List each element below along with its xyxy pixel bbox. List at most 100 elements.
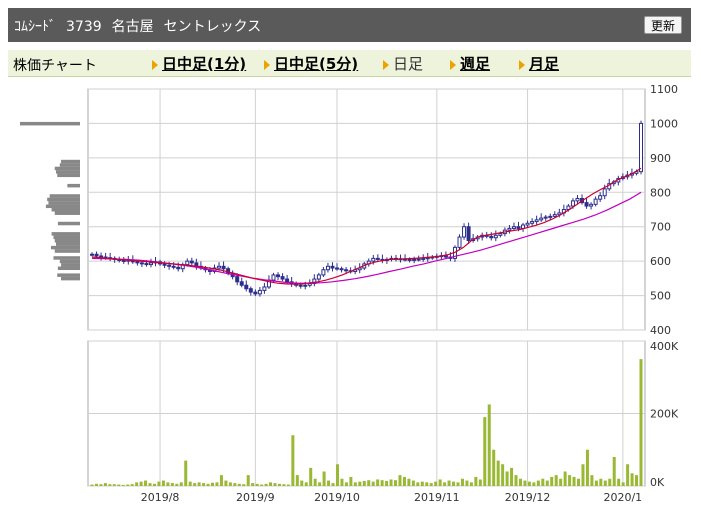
- candle: [253, 291, 258, 295]
- volume-bar: [577, 478, 581, 486]
- volume-bar: [135, 482, 139, 486]
- volume-bar: [478, 479, 482, 486]
- candle: [262, 286, 267, 291]
- candle: [530, 221, 535, 224]
- volume-bar: [148, 483, 152, 486]
- volume-bar: [273, 483, 277, 486]
- volume-bar: [300, 480, 304, 486]
- volume-bar: [206, 483, 210, 486]
- price-tick-label: 500: [650, 290, 671, 303]
- volume-bar: [335, 464, 339, 486]
- volume-bar: [429, 483, 433, 486]
- price-tick-label: 800: [650, 186, 671, 199]
- candle: [552, 214, 557, 217]
- volume-bar: [242, 484, 246, 486]
- candle: [285, 278, 290, 283]
- volume-bar: [402, 476, 406, 486]
- volume-bar: [550, 476, 554, 486]
- volume-bar: [599, 478, 603, 486]
- volume-bar: [425, 482, 429, 486]
- volume-bar: [371, 481, 375, 486]
- candle: [507, 227, 512, 231]
- candle: [171, 265, 176, 268]
- candle: [162, 263, 167, 266]
- volume-bar: [617, 478, 621, 486]
- volume-bar: [219, 475, 223, 486]
- volume-bar: [639, 359, 643, 486]
- candle: [511, 226, 516, 229]
- volume-bar: [152, 483, 156, 486]
- candle: [280, 276, 285, 280]
- volume-bar: [523, 480, 527, 486]
- volume-bar: [536, 480, 540, 486]
- candle: [135, 261, 140, 264]
- stock-chart: 1100 1000 900 800 700 600 500 400 400K 200K 0K 20…: [20, 83, 679, 504]
- volume-bar: [411, 480, 415, 486]
- volume-bar: [260, 484, 264, 486]
- volume-bar: [202, 483, 206, 486]
- volume-bar: [166, 482, 170, 486]
- volume-bar: [398, 475, 402, 486]
- volume-bar: [389, 479, 393, 486]
- price-tick-label: 600: [650, 255, 671, 268]
- profile-bar: [56, 242, 80, 246]
- volume-bar: [456, 482, 460, 486]
- candle: [244, 284, 249, 290]
- volume-bar: [362, 480, 366, 486]
- volume-bar: [349, 476, 353, 486]
- volume-bar: [469, 482, 473, 486]
- volume-bar: [161, 480, 165, 486]
- candle: [330, 265, 335, 269]
- candle: [543, 216, 548, 219]
- volume-bar: [380, 480, 384, 486]
- profile-bar: [57, 221, 80, 226]
- candle: [316, 274, 321, 280]
- volume-bar: [157, 481, 161, 486]
- candle: [466, 226, 471, 241]
- x-tick-label: 2019/9: [236, 491, 275, 504]
- volume-bar: [269, 482, 273, 486]
- volume-bar: [545, 480, 549, 486]
- volume-bar: [170, 483, 174, 486]
- volume-bar: [228, 482, 232, 486]
- candle: [516, 226, 521, 229]
- volume-bar: [233, 483, 237, 486]
- volume-bar: [394, 480, 398, 486]
- volume-bar: [452, 481, 456, 486]
- volume-bar: [255, 483, 259, 486]
- candle: [371, 257, 376, 262]
- candle: [271, 274, 276, 281]
- volume-bar: [416, 482, 420, 486]
- volume-bar: [505, 471, 509, 486]
- candle: [489, 235, 494, 239]
- volume-bar: [621, 482, 625, 486]
- volume-profile: [20, 121, 80, 281]
- candle: [303, 284, 308, 287]
- profile-bar: [54, 249, 80, 253]
- volume-bar: [90, 484, 94, 486]
- price-tick-label: 400: [650, 324, 671, 337]
- profile-bar: [57, 266, 80, 271]
- candle: [421, 257, 426, 260]
- volume-bar: [367, 480, 371, 486]
- candle: [344, 269, 349, 272]
- volume-bar: [527, 481, 531, 486]
- volume-bar: [510, 467, 514, 486]
- volume-bar: [465, 480, 469, 486]
- profile-bar: [54, 238, 80, 243]
- candle: [99, 255, 104, 258]
- candle: [575, 197, 580, 202]
- volume-bar: [447, 480, 451, 486]
- volume-bar: [407, 478, 411, 486]
- volume-bar: [112, 484, 116, 486]
- volume-bar: [434, 481, 438, 486]
- volume-bar: [94, 483, 98, 486]
- volume-bar: [532, 482, 536, 486]
- volume-tick-label: 400K: [650, 340, 679, 353]
- volume-bar: [117, 484, 121, 486]
- volume-bar: [295, 475, 299, 486]
- volume-tick-label: 200K: [650, 408, 679, 421]
- price-tick-label: 1100: [650, 83, 678, 96]
- x-tick-label: 2020/1: [603, 491, 642, 504]
- volume-bar: [103, 483, 107, 486]
